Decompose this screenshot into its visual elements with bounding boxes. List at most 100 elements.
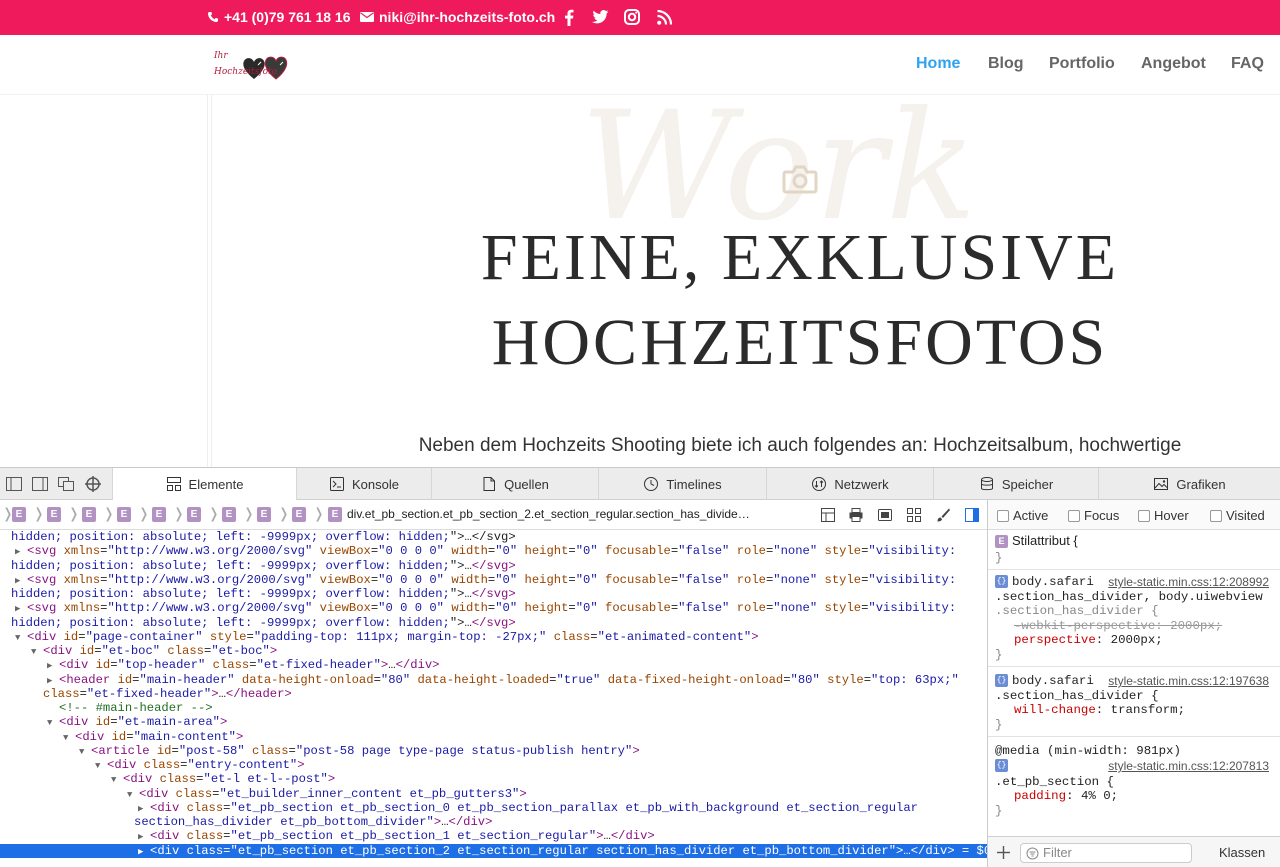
dom-line[interactable]: ▼ <div id="et-boc" class="et-boc"> bbox=[0, 644, 277, 658]
disclosure-triangle[interactable]: ▼ bbox=[95, 759, 107, 773]
rule-source-link[interactable]: style-static.min.css:12:207813 bbox=[1108, 759, 1269, 774]
checkbox[interactable] bbox=[997, 509, 1009, 522]
styles-filter-input[interactable]: Filter bbox=[1020, 843, 1192, 863]
disclosure-triangle[interactable]: ▼ bbox=[63, 731, 75, 745]
breadcrumb-selected-label[interactable]: div.et_pb_section.et_pb_section_2.et_sec… bbox=[347, 507, 750, 521]
breadcrumb-item[interactable]: E bbox=[117, 507, 131, 522]
dom-line-selected[interactable]: ▶ <div class="et_pb_section et_pb_section… bbox=[0, 843, 987, 859]
disclosure-triangle[interactable]: ▶ bbox=[138, 830, 150, 844]
dom-line[interactable]: ▶ <div id="top-header" class="et-fixed-he… bbox=[0, 658, 439, 672]
nav-item-faq[interactable]: FAQ bbox=[1231, 55, 1264, 73]
tab-quellen[interactable]: Quellen bbox=[431, 468, 598, 500]
sidebar-toggle-icon[interactable] bbox=[964, 507, 980, 523]
nav-item-angebot[interactable]: Angebot bbox=[1141, 55, 1206, 73]
dock-side-icon[interactable] bbox=[31, 475, 49, 493]
breadcrumb-item[interactable]: E bbox=[82, 507, 96, 522]
rule-selector[interactable]: .section_has_divider, body.uiwebview bbox=[995, 590, 1263, 604]
pseudo-active-checkbox[interactable]: Active bbox=[997, 508, 1048, 523]
dom-line[interactable]: ▼ <div class="et-l et-l--post"> bbox=[0, 772, 335, 786]
css-property[interactable]: perspective: 2000px; bbox=[1014, 633, 1163, 648]
disclosure-triangle[interactable]: ▶ bbox=[138, 802, 150, 816]
dom-line[interactable]: class="et-fixed-header">…</header> bbox=[0, 687, 292, 701]
tab-netzwerk[interactable]: Netzwerk bbox=[766, 468, 933, 500]
dom-line[interactable]: ▶ <svg xmlns="http://www.w3.org/2000/svg"… bbox=[0, 544, 956, 558]
breadcrumb-item[interactable]: E bbox=[257, 507, 271, 522]
checkbox[interactable] bbox=[1210, 509, 1222, 522]
plus-icon[interactable] bbox=[996, 845, 1011, 860]
nav-item-portfolio[interactable]: Portfolio bbox=[1049, 55, 1115, 73]
disclosure-triangle[interactable]: ▼ bbox=[127, 788, 139, 802]
disclosure-triangle[interactable]: ▶ bbox=[15, 574, 27, 588]
facebook-icon[interactable] bbox=[559, 7, 579, 27]
rule-selector[interactable]: body.safari bbox=[1012, 575, 1094, 589]
disclosure-triangle[interactable]: ▼ bbox=[111, 773, 123, 787]
print-icon[interactable] bbox=[848, 507, 864, 523]
dom-line[interactable]: hidden; position: absolute; left: -9999p… bbox=[0, 616, 516, 630]
dom-line[interactable]: ▶ <div class="et_pb_section et_pb_section… bbox=[0, 801, 918, 815]
css-property[interactable]: will-change: transform; bbox=[1014, 703, 1185, 718]
dom-line[interactable]: ▼ <div id="et-main-area"> bbox=[0, 715, 227, 729]
dom-line[interactable]: hidden; position: absolute; left: -9999p… bbox=[0, 559, 516, 573]
pseudo-hover-checkbox[interactable]: Hover bbox=[1138, 508, 1189, 523]
nav-item-blog[interactable]: Blog bbox=[988, 55, 1024, 73]
breadcrumb-item[interactable]: E bbox=[187, 507, 201, 522]
classes-button[interactable]: Klassen bbox=[1219, 845, 1265, 860]
twitter-icon[interactable] bbox=[590, 7, 610, 27]
disclosure-triangle[interactable]: ▶ bbox=[138, 845, 150, 859]
disclosure-triangle[interactable]: ▶ bbox=[15, 602, 27, 616]
dom-line[interactable]: hidden; position: absolute; left: -9999p… bbox=[0, 530, 516, 544]
css-property-struck[interactable]: -webkit-perspective: 2000px; bbox=[1014, 619, 1222, 634]
rule-source-link[interactable]: style-static.min.css:12:208992 bbox=[1108, 575, 1269, 590]
dom-line[interactable]: ▶ <header id="main-header" data-height-on… bbox=[0, 673, 959, 687]
rss-icon[interactable] bbox=[654, 7, 674, 27]
breadcrumb-item[interactable]: E bbox=[152, 507, 166, 522]
disclosure-triangle[interactable]: ▶ bbox=[15, 545, 27, 559]
dom-line[interactable]: ▼ <div class="et_builder_inner_content et… bbox=[0, 787, 527, 801]
disclosure-triangle[interactable]: ▼ bbox=[15, 631, 27, 645]
checkbox[interactable] bbox=[1068, 509, 1080, 522]
disclosure-triangle[interactable]: ▶ bbox=[47, 659, 59, 673]
checkbox[interactable] bbox=[1138, 509, 1150, 522]
disclosure-triangle[interactable]: ▼ bbox=[31, 645, 43, 659]
phone-link[interactable]: +41 (0)79 761 18 16 bbox=[207, 9, 351, 25]
layout-icon[interactable] bbox=[820, 507, 836, 523]
disclosure-triangle[interactable]: ▼ bbox=[47, 716, 59, 730]
tab-grafiken[interactable]: Grafiken bbox=[1098, 468, 1280, 500]
instagram-icon[interactable] bbox=[622, 7, 642, 27]
breadcrumb-item[interactable]: E bbox=[292, 507, 306, 522]
brush-icon[interactable] bbox=[935, 507, 951, 523]
undock-icon[interactable] bbox=[57, 475, 75, 493]
rule-selector[interactable]: .section_has_divider { bbox=[995, 604, 1159, 618]
dom-line[interactable]: hidden; position: absolute; left: -9999p… bbox=[0, 587, 516, 601]
screenshot-icon[interactable] bbox=[877, 507, 893, 523]
pseudo-focus-checkbox[interactable]: Focus bbox=[1068, 508, 1119, 523]
tab-konsole[interactable]: Konsole bbox=[296, 468, 431, 500]
rule-selector[interactable]: .section_has_divider { bbox=[995, 689, 1159, 703]
grid-icon[interactable] bbox=[906, 507, 922, 523]
dom-line[interactable]: ▶ <svg xmlns="http://www.w3.org/2000/svg"… bbox=[0, 573, 956, 587]
dom-line[interactable]: ▶ <svg xmlns="http://www.w3.org/2000/svg"… bbox=[0, 601, 956, 615]
breadcrumb-item[interactable]: E bbox=[47, 507, 61, 522]
disclosure-triangle[interactable]: ▶ bbox=[47, 674, 59, 688]
dom-line[interactable]: ▼ <div class="entry-content"> bbox=[0, 758, 305, 772]
rule-selector[interactable]: body.safari bbox=[1012, 674, 1094, 688]
tab-speicher[interactable]: Speicher bbox=[933, 468, 1098, 500]
site-logo[interactable]: Ihr Hochzeitsfoto bbox=[214, 49, 304, 81]
breadcrumb-item-selected[interactable]: E bbox=[328, 507, 342, 522]
dom-line[interactable]: <!-- #main-header --> bbox=[0, 701, 213, 715]
tab-elemente[interactable]: Elemente bbox=[112, 468, 296, 500]
dom-line[interactable]: ▼ <article id="post-58" class="post-58 pa… bbox=[0, 744, 640, 758]
breadcrumb-item[interactable]: E bbox=[12, 507, 26, 522]
crosshair-icon[interactable] bbox=[84, 475, 102, 493]
dom-line[interactable]: ▼ <div id="page-container" style="padding… bbox=[0, 630, 759, 644]
pseudo-visited-checkbox[interactable]: Visited bbox=[1210, 508, 1265, 523]
dom-line[interactable]: ▶ <div class="et_pb_section et_pb_section… bbox=[0, 829, 655, 843]
tab-timelines[interactable]: Timelines bbox=[598, 468, 766, 500]
rule-selector[interactable]: .et_pb_section { bbox=[995, 775, 1114, 789]
email-link[interactable]: niki@ihr-hochzeits-foto.ch bbox=[360, 9, 555, 25]
dom-line[interactable]: section_has_divider et_pb_bottom_divider… bbox=[0, 815, 492, 829]
css-property[interactable]: padding: 4% 0; bbox=[1014, 789, 1118, 804]
dom-line[interactable]: ▼ <div id="main-content"> bbox=[0, 730, 243, 744]
breadcrumb-item[interactable]: E bbox=[222, 507, 236, 522]
disclosure-triangle[interactable]: ▼ bbox=[79, 745, 91, 759]
